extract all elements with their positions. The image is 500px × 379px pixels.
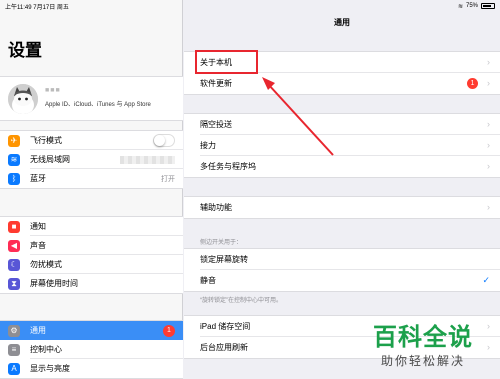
status-right: ≋ 75% (458, 3, 495, 10)
status-date: 7月17日 周五 (33, 4, 69, 11)
watermark: 百科全说 助你轻松解决 (364, 317, 482, 369)
status-time: 上午11:49 (5, 4, 32, 11)
status-bar: 上午11:49 7月17日 周五 ≋ 75% (0, 0, 500, 12)
watermark-title: 百科全说 (373, 324, 473, 351)
battery-percent: 75% (465, 3, 478, 9)
wifi-status-icon: ≋ (457, 3, 463, 10)
battery-icon (481, 3, 495, 9)
battery-level (483, 5, 491, 7)
watermark-subtitle: 助你轻松解决 (380, 354, 465, 368)
status-left: 上午11:49 7月17日 周五 (5, 2, 69, 11)
